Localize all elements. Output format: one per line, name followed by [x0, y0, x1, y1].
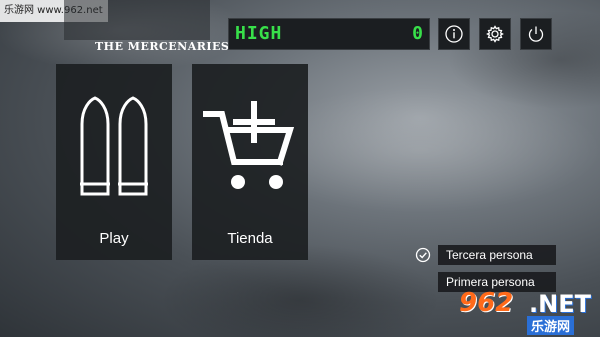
cart-add-icon [192, 94, 308, 204]
check-icon [415, 247, 431, 263]
high-score-label: HIGH [235, 23, 283, 44]
watermark-bottom: 962 .NET 乐游网 [459, 288, 593, 335]
bullets-icon [56, 94, 172, 204]
info-icon [445, 25, 463, 43]
play-tile[interactable]: Play [56, 64, 172, 260]
shop-tile[interactable]: Tienda [192, 64, 308, 260]
option-third-person[interactable]: Tercera persona [438, 245, 556, 265]
shop-label: Tienda [227, 230, 273, 247]
game-title: THE MERCENARIES [95, 40, 230, 53]
settings-button[interactable] [479, 18, 511, 50]
gear-icon [486, 25, 504, 43]
watermark-site: 乐游网 [527, 316, 575, 335]
title-bar [64, 0, 210, 40]
power-button[interactable] [520, 18, 552, 50]
power-icon [528, 26, 544, 42]
high-score-value: 0 [412, 23, 423, 44]
watermark-suffix: .NET [529, 290, 591, 318]
high-score-panel: HIGH 0 [228, 18, 430, 50]
info-button[interactable] [438, 18, 470, 50]
watermark-number: 962 [459, 288, 514, 318]
play-label: Play [99, 230, 129, 247]
